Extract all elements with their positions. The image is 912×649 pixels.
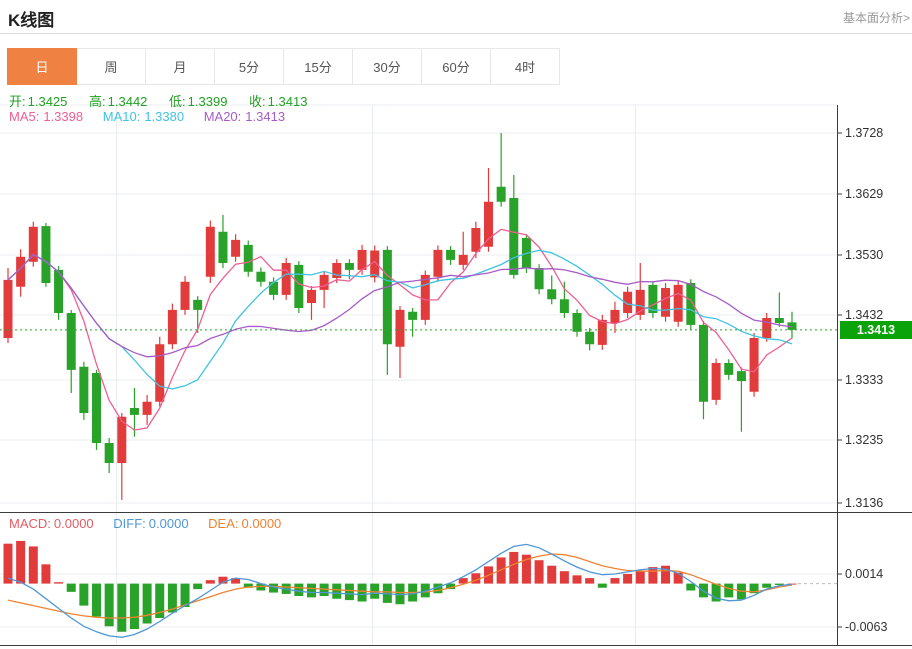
ma20-label: MA20: (204, 109, 242, 124)
ohlc-legend: 开:1.3425 高:1.3442 低:1.3399 收:1.3413 (9, 91, 325, 110)
diff-label: DIFF: (113, 516, 146, 531)
close-label: 收: (249, 94, 266, 109)
open-value: 1.3425 (28, 94, 68, 109)
high-value: 1.3442 (108, 94, 148, 109)
diff-value: 0.0000 (149, 516, 189, 531)
high-label: 高: (89, 94, 106, 109)
macd-axis-tick: -0.0063 (845, 619, 887, 635)
y-axis-tick: 1.3728 (845, 125, 883, 141)
tab-day[interactable]: 日 (7, 48, 77, 85)
low-value: 1.3399 (188, 94, 228, 109)
close-value: 1.3413 (268, 94, 308, 109)
y-axis-tick: 1.3235 (845, 432, 883, 448)
dea-value: 0.0000 (242, 516, 282, 531)
ma5-label: MA5: (9, 109, 39, 124)
ma10-label: MA10: (103, 109, 141, 124)
low-label: 低: (169, 94, 186, 109)
y-axis-tick: 1.3136 (845, 495, 883, 511)
dea-label: DEA: (208, 516, 238, 531)
ma20-value: 1.3413 (245, 109, 285, 124)
current-price-tag: 1.3413 (840, 321, 912, 339)
open-label: 开: (9, 94, 26, 109)
ma-legend: MA5: 1.3398 MA10:1.3380 MA20:1.3413 (9, 109, 301, 124)
y-axis-tick: 1.3530 (845, 247, 883, 263)
macd-legend: MACD:0.0000 DIFF:0.0000 DEA:0.0000 (9, 516, 297, 531)
ma10-value: 1.3380 (144, 109, 184, 124)
y-axis-tick: 1.3629 (845, 186, 883, 202)
y-axis-tick: 1.3333 (845, 372, 883, 388)
macd-axis-tick: 0.0014 (845, 566, 883, 582)
macd-value: 0.0000 (54, 516, 94, 531)
kline-page: K线图 基本面分析> 日 周 月 5分 15分 30分 60分 4时 开:1.3… (0, 0, 912, 649)
ma5-value: 1.3398 (43, 109, 83, 124)
macd-label: MACD: (9, 516, 51, 531)
